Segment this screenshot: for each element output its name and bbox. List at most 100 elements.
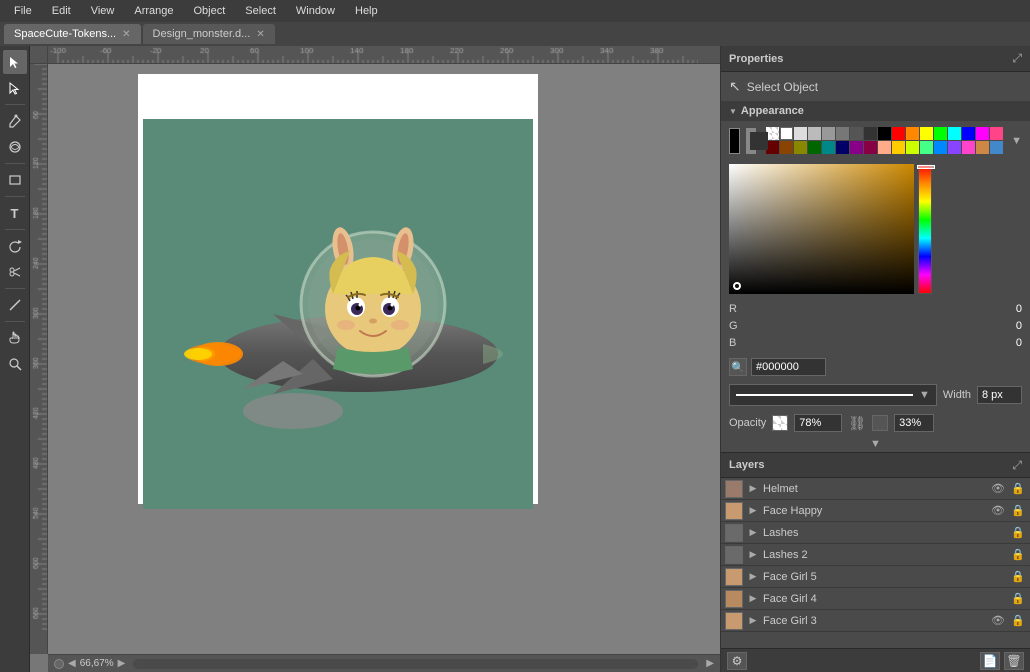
layer-eye-lashes[interactable]: ○: [990, 525, 1006, 541]
chain-link-icon[interactable]: ⛓: [848, 415, 866, 432]
appearance-header[interactable]: ▼ Appearance: [721, 101, 1030, 121]
layer-lock-face5[interactable]: 🔒: [1010, 569, 1026, 585]
layers-expand-icon[interactable]: ⤢: [1012, 458, 1022, 473]
swatch-checkerboard[interactable]: [766, 127, 779, 140]
tab-design-monster[interactable]: Design_monster.d... ✕: [143, 24, 275, 44]
color-gradient-picker[interactable]: [729, 164, 914, 294]
tab-design-close[interactable]: ✕: [256, 29, 264, 40]
swatch-teal[interactable]: [822, 141, 835, 154]
swatch-darkred[interactable]: [766, 141, 779, 154]
properties-expand-icon[interactable]: ⤢: [1012, 51, 1022, 66]
layer-expand-face4[interactable]: ▶: [747, 593, 759, 605]
layer-row-face5[interactable]: ▶ Face Girl 5 ○ 🔒: [721, 566, 1030, 588]
pen-tool[interactable]: [3, 109, 27, 133]
swatch-gray2[interactable]: [822, 127, 835, 140]
new-layer-btn[interactable]: 📄: [980, 652, 1000, 670]
measure-tool[interactable]: [3, 293, 27, 317]
select-tool[interactable]: [3, 50, 27, 74]
swatch-lime[interactable]: [906, 141, 919, 154]
swatch-olive[interactable]: [794, 141, 807, 154]
swatch-skyblue[interactable]: [934, 141, 947, 154]
hex-input[interactable]: [751, 358, 826, 376]
swatch-white[interactable]: [780, 127, 793, 140]
swatch-rose[interactable]: [962, 141, 975, 154]
menu-arrange[interactable]: Arrange: [126, 3, 181, 19]
direct-select-tool[interactable]: [3, 76, 27, 100]
layer-eye-face5[interactable]: ○: [990, 569, 1006, 585]
menu-help[interactable]: Help: [347, 3, 386, 19]
scissors-tool[interactable]: [3, 260, 27, 284]
layer-expand-helmet[interactable]: ▶: [747, 483, 759, 495]
opacity1-input[interactable]: 78%: [794, 414, 842, 432]
swatch-red[interactable]: [892, 127, 905, 140]
layer-expand-face3[interactable]: ▶: [747, 615, 759, 627]
swatch-blue[interactable]: [962, 127, 975, 140]
layer-eye-face4[interactable]: ○: [990, 591, 1006, 607]
layer-eye-lashes2[interactable]: ○: [990, 547, 1006, 563]
delete-layer-btn[interactable]: 🗑: [1004, 652, 1024, 670]
swatch-orange[interactable]: [906, 127, 919, 140]
scroll-right-arrow[interactable]: ▶: [118, 658, 126, 669]
tab-spacecute-close[interactable]: ✕: [122, 29, 130, 40]
swatch-salmon[interactable]: [878, 141, 891, 154]
swatch-brown[interactable]: [780, 141, 793, 154]
swatch-purple[interactable]: [850, 141, 863, 154]
menu-edit[interactable]: Edit: [44, 3, 79, 19]
layer-eye-face-happy[interactable]: 👁: [990, 503, 1006, 519]
opacity2-input[interactable]: 33%: [894, 414, 934, 432]
layers-settings-btn[interactable]: ⚙: [727, 652, 747, 670]
layer-row-face3[interactable]: ▶ Face Girl 3 👁 🔒: [721, 610, 1030, 632]
swatch-pink[interactable]: [990, 127, 1003, 140]
swatch-maroon[interactable]: [864, 141, 877, 154]
hue-slider[interactable]: [918, 164, 932, 294]
rectangle-tool[interactable]: [3, 168, 27, 192]
swatch-darkgreen[interactable]: [808, 141, 821, 154]
layer-row-helmet[interactable]: ▶ Helmet 👁 🔒: [721, 478, 1030, 500]
stroke-type-dropdown[interactable]: ▼: [729, 384, 937, 406]
layer-expand-face5[interactable]: ▶: [747, 571, 759, 583]
layer-eye-face3[interactable]: 👁: [990, 613, 1006, 629]
layer-row-lashes[interactable]: ▶ Lashes ○ 🔒: [721, 522, 1030, 544]
menu-file[interactable]: File: [6, 3, 40, 19]
layer-lock-lashes2[interactable]: 🔒: [1010, 547, 1026, 563]
swatch-magenta[interactable]: [976, 127, 989, 140]
swatch-gray3[interactable]: [836, 127, 849, 140]
layer-expand-lashes[interactable]: ▶: [747, 527, 759, 539]
color-grid-dropdown[interactable]: ▼: [1011, 135, 1022, 147]
menu-window[interactable]: Window: [288, 3, 343, 19]
swatch-cyan[interactable]: [948, 127, 961, 140]
anchor-tool[interactable]: [3, 135, 27, 159]
tab-spacecute[interactable]: SpaceCute-Tokens... ✕: [4, 24, 141, 44]
swatch-gold[interactable]: [892, 141, 905, 154]
nav-right[interactable]: ▶: [706, 658, 714, 669]
rotate-tool[interactable]: [3, 234, 27, 258]
layer-eye-helmet[interactable]: 👁: [990, 481, 1006, 497]
zoom-tool[interactable]: [3, 352, 27, 376]
swatch-cornflower[interactable]: [990, 141, 1003, 154]
menu-view[interactable]: View: [83, 3, 123, 19]
swatch-navy[interactable]: [836, 141, 849, 154]
swatch-darkgray[interactable]: [850, 127, 863, 140]
opacity-blend-icon[interactable]: [872, 415, 888, 431]
scroll-left-arrow[interactable]: ◀: [68, 658, 76, 669]
swatch-lightgray[interactable]: [794, 127, 807, 140]
layer-lock-face4[interactable]: 🔒: [1010, 591, 1026, 607]
layer-lock-lashes[interactable]: 🔒: [1010, 525, 1026, 541]
layer-row-face-happy[interactable]: ▶ Face Happy 👁 🔒: [721, 500, 1030, 522]
swatch-mint[interactable]: [920, 141, 933, 154]
layer-expand-lashes2[interactable]: ▶: [747, 549, 759, 561]
layer-lock-helmet[interactable]: 🔒: [1010, 481, 1026, 497]
layer-row-face4[interactable]: ▶ Face Girl 4 ○ 🔒: [721, 588, 1030, 610]
horizontal-scrollbar[interactable]: [133, 659, 698, 669]
width-input[interactable]: 8 px: [977, 386, 1022, 404]
swatch-tan[interactable]: [976, 141, 989, 154]
swatch-gray1[interactable]: [808, 127, 821, 140]
swatch-violet[interactable]: [948, 141, 961, 154]
swatch-charcoal[interactable]: [864, 127, 877, 140]
eyedropper-button[interactable]: 🔍: [729, 358, 747, 376]
fill-swatch-black[interactable]: [729, 128, 740, 154]
hand-tool[interactable]: [3, 326, 27, 350]
appearance-expand-row[interactable]: ▼: [721, 436, 1030, 452]
swatch-black[interactable]: [878, 127, 891, 140]
menu-select[interactable]: Select: [237, 3, 284, 19]
